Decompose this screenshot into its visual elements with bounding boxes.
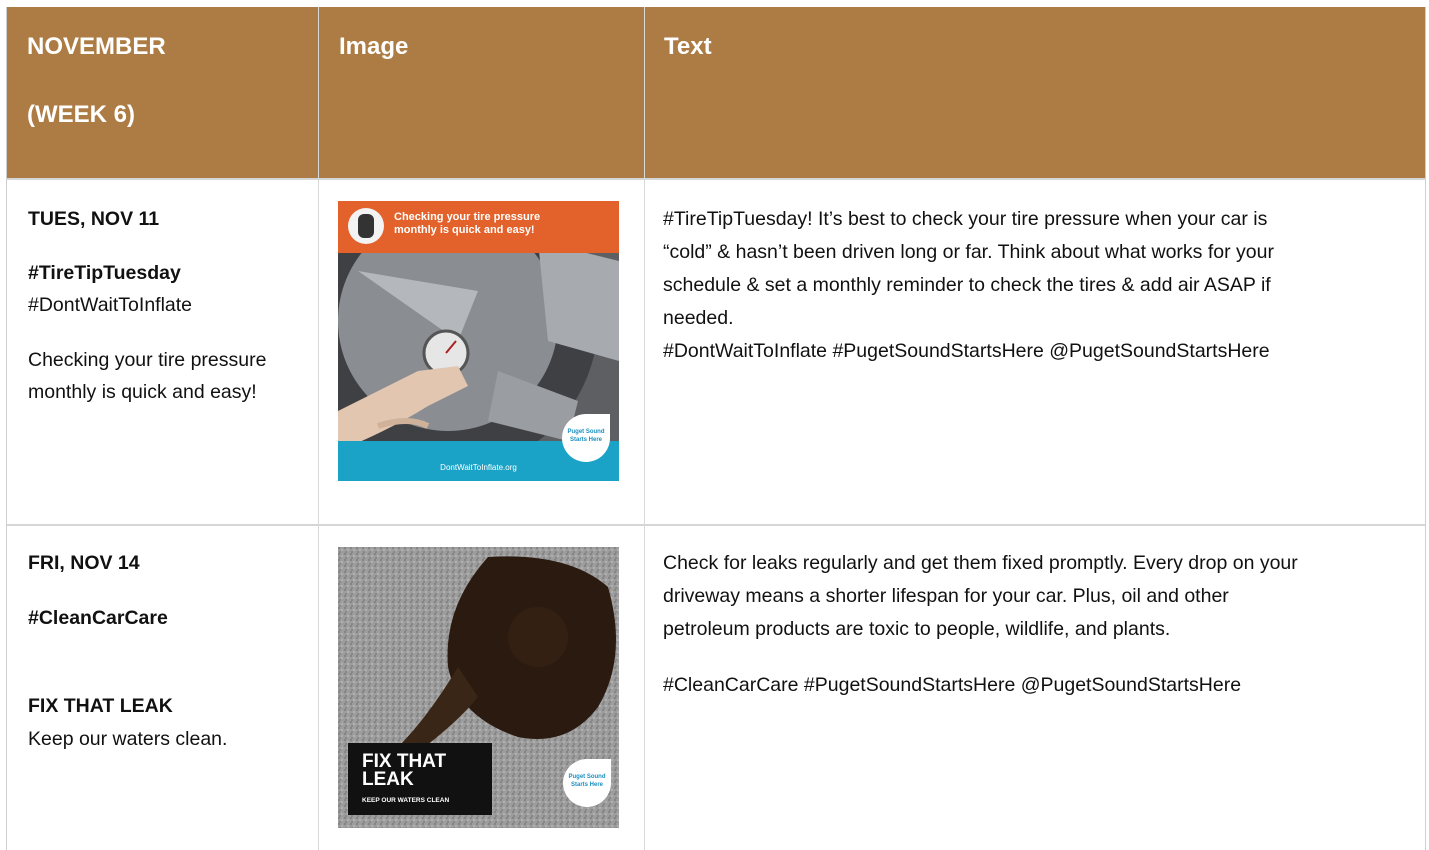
table-header: NOVEMBER (WEEK 6) Image Text: [7, 7, 1425, 178]
image-headline-box: FIX THAT LEAK KEEP OUR WATERS CLEAN: [348, 743, 492, 815]
row-title: FIX THAT LEAK: [28, 695, 173, 717]
row-hashtag: #DontWaitToInflate: [28, 294, 193, 316]
image-footer-url: DontWaitToInflate.org: [440, 463, 517, 472]
post-text-line: petroleum products are toxic to people, …: [663, 618, 1171, 640]
post-text-line: needed.: [663, 307, 734, 329]
row-divider: [7, 178, 1425, 180]
post-text-line: Check for leaks regularly and get them f…: [663, 552, 1298, 574]
row-hashtag-bold: #TireTipTuesday: [28, 262, 181, 284]
post-text-line: #CleanCarCare #PugetSoundStartsHere @Pug…: [663, 674, 1242, 696]
post-text-line: schedule & set a monthly reminder to che…: [663, 274, 1271, 296]
image-banner-text: Checking your tire pressure monthly is q…: [394, 211, 541, 236]
post-text-line: #TireTipTuesday! It’s best to check your…: [663, 208, 1268, 230]
header-text-label: Text: [664, 33, 712, 60]
column-divider: [644, 7, 645, 850]
header-cell-week: NOVEMBER (WEEK 6): [7, 7, 318, 178]
puget-sound-logo: Puget Sound Starts Here: [562, 414, 610, 462]
post-text-line: “cold” & hasn’t been driven long or far.…: [663, 241, 1274, 263]
fix-that-leak-image: FIX THAT LEAK KEEP OUR WATERS CLEAN Puge…: [338, 547, 619, 828]
tire-mascot-icon: [348, 208, 384, 244]
tire-pressure-image: Checking your tire pressure monthly is q…: [338, 201, 619, 481]
puget-sound-logo: Puget Sound Starts Here: [563, 759, 611, 807]
header-month: NOVEMBER: [27, 33, 166, 60]
header-image-label: Image: [339, 33, 409, 60]
row-description: Checking your tire pressure: [28, 349, 267, 371]
row-subtitle: Keep our waters clean.: [28, 728, 228, 750]
content-calendar-table: NOVEMBER (WEEK 6) Image Text TUES, NOV 1…: [6, 7, 1426, 850]
image-banner: Checking your tire pressure monthly is q…: [338, 201, 619, 253]
row-description: monthly is quick and easy!: [28, 381, 257, 403]
row-date: TUES, NOV 11: [28, 208, 160, 230]
row-hashtag-bold: #CleanCarCare: [28, 607, 168, 629]
row-divider: [7, 524, 1425, 526]
header-cell-image: Image: [319, 7, 644, 178]
post-text-line: #DontWaitToInflate #PugetSoundStartsHere…: [663, 340, 1270, 362]
header-week: (WEEK 6): [27, 101, 135, 128]
header-cell-text: Text: [645, 7, 1425, 178]
post-text-line: driveway means a shorter lifespan for yo…: [663, 585, 1229, 607]
column-divider: [318, 7, 319, 850]
row-date: FRI, NOV 14: [28, 552, 140, 574]
